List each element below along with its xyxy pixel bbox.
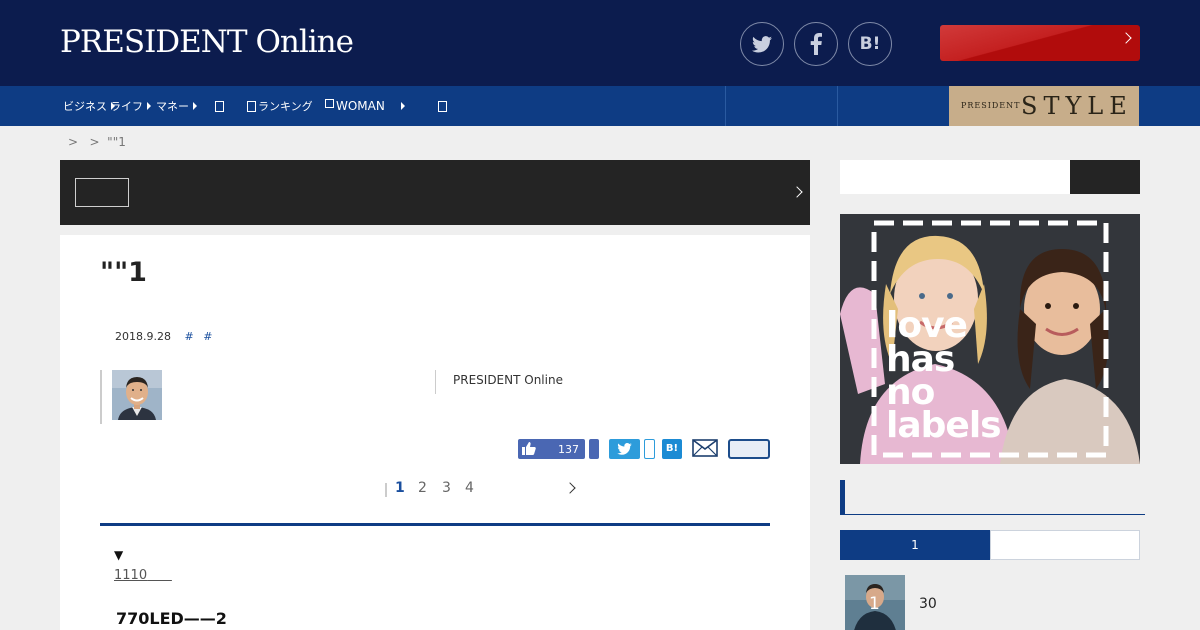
nav-item-more[interactable] bbox=[438, 86, 449, 126]
mail-share-button[interactable] bbox=[692, 439, 718, 459]
facebook-icon bbox=[810, 33, 822, 55]
search-input[interactable] bbox=[840, 160, 1070, 194]
twitter-icon bbox=[617, 443, 632, 455]
promo-banner[interactable] bbox=[60, 160, 810, 225]
thumbs-up-icon bbox=[522, 442, 536, 455]
nav-item-series[interactable] bbox=[215, 86, 226, 126]
style-banner-prefix: PRESIDENT bbox=[961, 101, 1021, 110]
section-rule bbox=[100, 523, 770, 526]
hatena-bookmark-icon: B! bbox=[859, 34, 881, 54]
nav-item-life[interactable]: ライフ bbox=[110, 86, 151, 126]
ad-text-line: labels bbox=[886, 405, 1002, 446]
article-meta: 2018.9.28 # # bbox=[115, 330, 212, 343]
nav-item-woman[interactable]: WOMAN bbox=[325, 86, 405, 126]
facebook-share-button[interactable] bbox=[589, 439, 599, 459]
mail-icon bbox=[692, 439, 718, 457]
nav-item-money[interactable]: マネー bbox=[156, 86, 197, 126]
ranking-tab-active[interactable]: 1 bbox=[840, 530, 990, 560]
ranking-heading bbox=[840, 480, 1145, 515]
pager-page[interactable]: 3 bbox=[442, 480, 451, 496]
chevron-right-icon bbox=[791, 186, 803, 198]
pager-page[interactable]: 2 bbox=[418, 480, 427, 496]
ranking-icon bbox=[247, 100, 256, 112]
nav-item-label: ライフ bbox=[110, 100, 143, 113]
like-count: 137 bbox=[558, 443, 579, 456]
nav-item-label: WOMAN bbox=[336, 99, 385, 113]
nav-item-label: ランキング bbox=[258, 100, 313, 113]
sidebar-ad[interactable]: love has no labels bbox=[840, 214, 1140, 464]
tweet-count-bubble bbox=[644, 439, 655, 459]
article-date: 2018.9.28 bbox=[115, 330, 171, 343]
facebook-like-button[interactable]: 137 bbox=[518, 439, 585, 459]
nav-item-label: マネー bbox=[156, 100, 189, 113]
author-divider bbox=[435, 370, 436, 394]
caret-right-icon bbox=[193, 102, 197, 110]
nav-item-business[interactable]: ビジネス bbox=[63, 86, 115, 126]
hatena-bookmark-button[interactable]: B! bbox=[662, 439, 682, 459]
facebook-share-button[interactable] bbox=[794, 22, 838, 66]
hatena-bookmark-button[interactable]: B! bbox=[848, 22, 892, 66]
avatar-photo bbox=[112, 370, 162, 420]
book-icon bbox=[215, 100, 224, 112]
breadcrumb[interactable]: > > ""1 bbox=[68, 135, 126, 149]
ranking-item-title[interactable]: 30 bbox=[919, 596, 937, 612]
twitter-icon bbox=[752, 35, 772, 52]
toc-link[interactable]: 1110 bbox=[114, 568, 172, 583]
article-tag[interactable]: # bbox=[184, 330, 193, 343]
author-source: PRESIDENT Online bbox=[453, 373, 563, 387]
pager-divider bbox=[385, 483, 387, 497]
nav-divider bbox=[725, 86, 726, 126]
pager-page[interactable]: 4 bbox=[465, 480, 474, 496]
save-article-button[interactable] bbox=[728, 439, 770, 459]
menu-icon bbox=[438, 100, 447, 112]
author-divider bbox=[100, 370, 102, 424]
search-button[interactable] bbox=[1070, 160, 1140, 194]
pager-page-current[interactable]: 1 bbox=[395, 480, 405, 496]
nav-item-ranking[interactable]: ランキング bbox=[247, 86, 313, 126]
chevron-right-icon bbox=[1120, 32, 1132, 44]
ad-text-line: love bbox=[886, 305, 968, 346]
ranking-number: 1 bbox=[869, 594, 880, 614]
ranking-tab[interactable] bbox=[990, 530, 1140, 560]
nav-divider bbox=[837, 86, 838, 126]
promo-banner-label-box bbox=[75, 178, 129, 207]
next-page-icon[interactable] bbox=[564, 482, 576, 494]
site-logo[interactable]: PRESIDENT Online bbox=[60, 24, 354, 60]
nav-item-label: ビジネス bbox=[63, 100, 107, 113]
toc-link-text: 1110 bbox=[114, 568, 148, 583]
twitter-share-button[interactable] bbox=[609, 439, 640, 459]
style-banner-word: STYLE bbox=[1021, 92, 1133, 120]
article-subhead: 770LED——2 bbox=[116, 609, 227, 628]
header-cta-button[interactable] bbox=[940, 25, 1140, 61]
president-style-banner[interactable]: PRESIDENT STYLE bbox=[949, 86, 1139, 126]
article-title: ""1 bbox=[100, 257, 147, 288]
author-avatar[interactable] bbox=[112, 370, 162, 420]
article-tag[interactable]: # bbox=[203, 330, 212, 343]
woman-icon bbox=[325, 98, 334, 108]
toc-toggle-icon[interactable]: ▼ bbox=[114, 548, 123, 562]
caret-right-icon bbox=[400, 102, 405, 110]
caret-right-icon bbox=[147, 102, 151, 110]
twitter-share-button[interactable] bbox=[740, 22, 784, 66]
site-header: PRESIDENT Online B! bbox=[0, 0, 1200, 86]
article-card: ""1 2018.9.28 # # PRESIDENT Online 137 B… bbox=[60, 235, 810, 630]
